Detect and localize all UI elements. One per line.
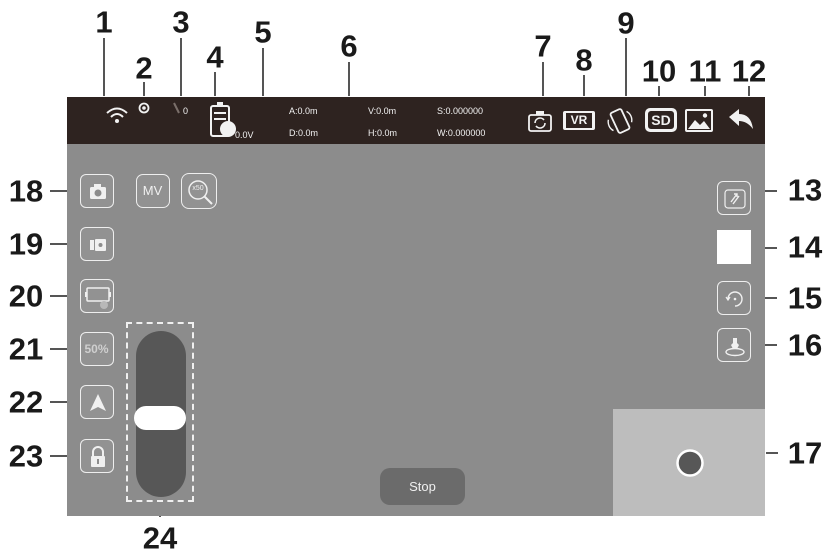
battery-display-button[interactable] (80, 279, 114, 313)
stop-button[interactable]: Stop (380, 468, 465, 505)
stop-button-label: Stop (409, 479, 436, 494)
joystick-icon[interactable] (675, 448, 705, 478)
callout-4: 4 (206, 39, 224, 75)
callout-3: 3 (172, 4, 190, 40)
callout-13: 13 (787, 172, 823, 208)
sd-card-icon: SD (648, 111, 674, 129)
sd-card-button[interactable]: SD (645, 108, 677, 132)
mv-button[interactable]: MV (136, 174, 170, 208)
photo-button[interactable] (80, 174, 114, 208)
leader-line (766, 452, 778, 454)
callout-2: 2 (135, 50, 153, 86)
back-arrow-icon[interactable] (727, 107, 755, 133)
vr-button[interactable]: VR (563, 111, 595, 130)
leader-line (50, 455, 68, 457)
vertical-speed-value: V:0.0m (368, 106, 397, 116)
calibrate-button[interactable] (717, 328, 751, 362)
leader-line (583, 75, 585, 96)
gallery-icon[interactable] (684, 108, 714, 133)
rotate-button[interactable] (717, 281, 751, 315)
mv-label: MV (142, 183, 163, 198)
leader-line (50, 190, 68, 192)
callout-15: 15 (787, 280, 823, 316)
headless-button[interactable] (80, 385, 114, 419)
longitude-value: S:0.000000 (437, 106, 484, 116)
leader-line (214, 72, 216, 96)
video-button[interactable] (80, 227, 114, 261)
leader-line (143, 82, 145, 96)
leader-line (542, 62, 544, 96)
leader-line (658, 86, 660, 96)
callout-10: 10 (641, 53, 677, 89)
camera-flip-icon[interactable] (527, 109, 553, 133)
callout-7: 7 (534, 28, 552, 64)
altitude-value: A:0.0m (289, 106, 318, 116)
distance-value: D:0.0m (289, 128, 319, 138)
flip-icon (724, 189, 746, 209)
rotate-icon (725, 291, 743, 307)
photo-icon (90, 184, 106, 199)
leader-line (50, 401, 68, 403)
camera-view: 50% MV x50 Stop (67, 144, 765, 516)
wifi-icon (106, 107, 128, 123)
zoom-label: x50 (192, 185, 204, 192)
horizontal-speed-value: H:0.0m (368, 128, 398, 138)
callout-11: 11 (688, 53, 722, 89)
zoom-icon (188, 180, 213, 205)
latitude-value: W:0.000000 (437, 128, 486, 138)
leader-line (704, 86, 706, 96)
callout-16: 16 (787, 327, 823, 363)
leader-line (262, 48, 264, 96)
direction-joystick-pad[interactable] (613, 409, 765, 516)
gravity-sensor-icon[interactable] (605, 105, 635, 137)
callout-12: 12 (731, 53, 767, 89)
gps-count: 0 (183, 106, 189, 116)
callout-5: 5 (254, 14, 272, 50)
square-button[interactable] (717, 230, 751, 264)
gps-satellite-icon (138, 102, 150, 114)
leader-line (625, 38, 627, 96)
speed-button[interactable]: 50% (80, 332, 114, 366)
callout-20: 20 (8, 278, 44, 314)
callout-17: 17 (787, 435, 823, 471)
zoom-button[interactable]: x50 (181, 173, 217, 209)
callout-22: 22 (8, 384, 44, 420)
status-bar: 0 0.0V A:0.0m D:0.0m V:0.0m H:0.0m S:0.0… (67, 97, 765, 144)
callout-1: 1 (95, 4, 113, 40)
battery-voltage: 0.0V (235, 130, 254, 140)
leader-line (50, 295, 68, 297)
headless-icon (90, 394, 106, 411)
callout-18: 18 (8, 173, 44, 209)
throttle-slider[interactable] (134, 406, 186, 430)
speed-icon: 50% (84, 342, 109, 356)
callout-14: 14 (787, 229, 823, 265)
calibrate-icon (725, 338, 745, 357)
callout-21: 21 (8, 331, 44, 367)
leader-line (748, 86, 750, 96)
lock-button[interactable] (80, 439, 114, 473)
callout-8: 8 (575, 42, 593, 78)
leader-line (348, 62, 350, 96)
lock-icon (91, 446, 105, 467)
leader-line (180, 38, 182, 96)
signal-icon (173, 102, 180, 114)
callout-9: 9 (617, 5, 635, 41)
callout-19: 19 (8, 226, 44, 262)
leader-line (50, 348, 68, 350)
battery-display-icon (85, 287, 111, 309)
square-icon (717, 230, 751, 264)
vr-label: VR (566, 113, 592, 128)
callout-6: 6 (340, 28, 358, 64)
leader-line (50, 243, 68, 245)
leader-line (103, 38, 105, 96)
video-icon (90, 239, 106, 251)
callout-23: 23 (8, 438, 44, 474)
battery-icon (210, 102, 236, 137)
flip-button[interactable] (717, 181, 751, 215)
callout-24: 24 (142, 520, 178, 556)
